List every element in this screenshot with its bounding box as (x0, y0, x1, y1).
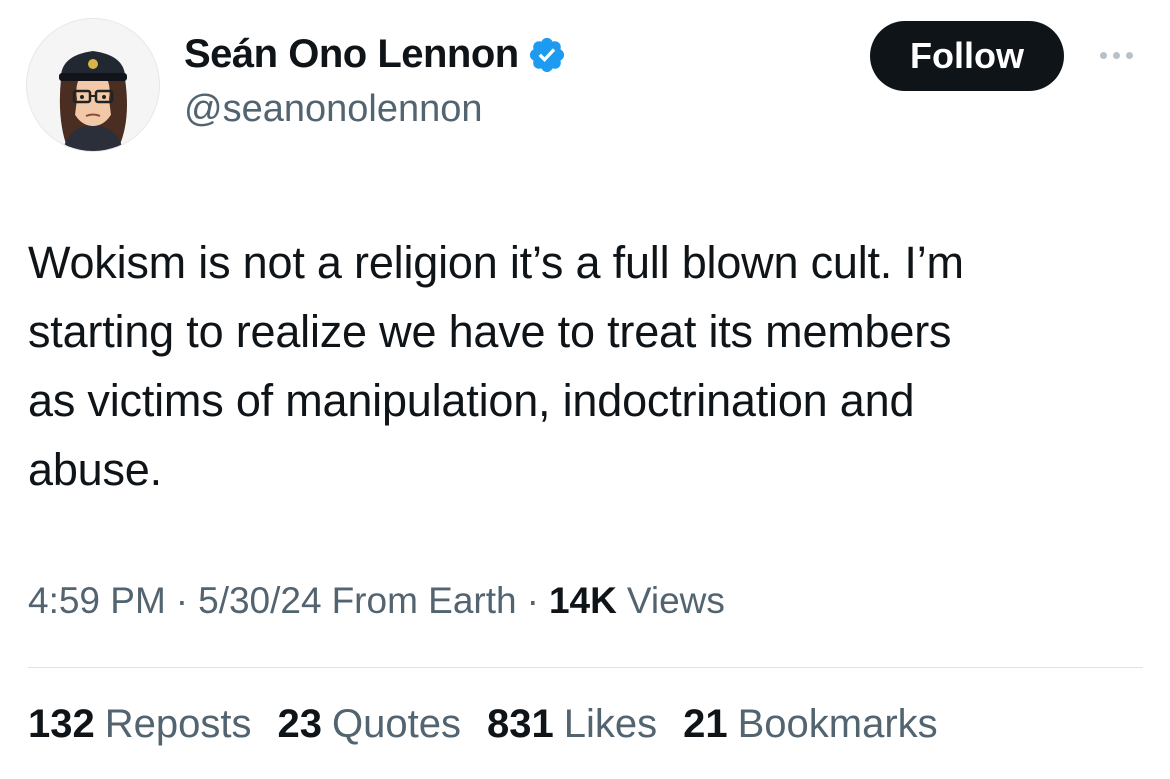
tweet-text: Wokism is not a religion it’s a full blo… (28, 237, 964, 495)
likes-count: 831 (486, 702, 554, 746)
author-display-name[interactable]: Seán Ono Lennon (184, 32, 519, 77)
reposts-count: 132 (28, 702, 95, 746)
bookmarks-label: Bookmarks (737, 702, 938, 746)
tweet-meta: 4:59 PM · 5/30/24 From Earth · 14K Views (28, 580, 725, 622)
stat-bookmarks[interactable]: 21 Bookmarks (683, 702, 938, 747)
more-dot (1099, 51, 1107, 59)
bitmoji-avatar-icon (27, 19, 159, 151)
quotes-count: 23 (277, 702, 323, 746)
views-label[interactable]: Views (627, 580, 725, 622)
meta-separator: · (526, 580, 539, 621)
reposts-label: Reposts (104, 702, 252, 746)
stat-reposts[interactable]: 132 Reposts (28, 702, 252, 747)
verified-badge-icon[interactable] (527, 35, 567, 75)
tweet-header: Seán Ono Lennon @seanonolennon Follow (0, 0, 1170, 170)
tweet-source: From Earth (331, 580, 517, 621)
more-dot (1125, 51, 1133, 59)
divider (28, 667, 1143, 668)
quotes-label: Quotes (332, 702, 461, 746)
more-options-icon[interactable] (1092, 40, 1140, 70)
engagement-stats: 132 Reposts 23 Quotes 831 Likes 21 Bookmarks (28, 702, 964, 747)
bookmarks-count: 21 (683, 702, 728, 746)
views-count[interactable]: 14K (549, 580, 617, 622)
stat-likes[interactable]: 831 Likes (487, 702, 657, 747)
tweet-date[interactable]: 5/30/24 (198, 580, 321, 622)
stat-quotes[interactable]: 23 Quotes (278, 702, 461, 747)
tweet-time[interactable]: 4:59 PM (28, 580, 166, 622)
avatar[interactable] (26, 18, 160, 152)
author-handle[interactable]: @seanonolennon (184, 88, 483, 131)
meta-separator: · (175, 580, 189, 621)
likes-label: Likes (563, 702, 658, 746)
author-name-row: Seán Ono Lennon (184, 32, 567, 77)
more-dot (1112, 51, 1120, 59)
follow-button[interactable]: Follow (870, 21, 1064, 91)
